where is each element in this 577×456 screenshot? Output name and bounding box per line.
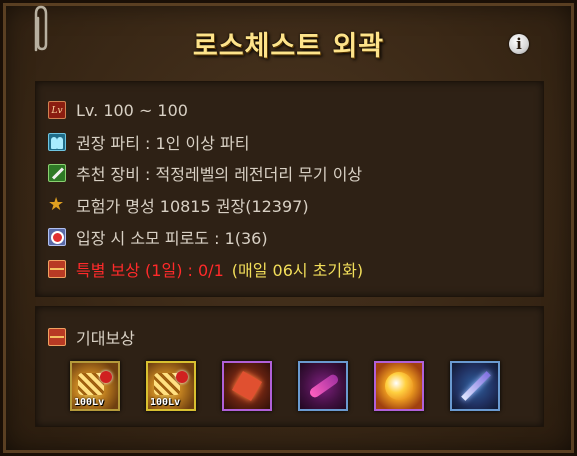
special-reward-row: 특별 보상 (1일) : 0/1 (매일 06시 초기화) <box>48 257 363 281</box>
equipment-icon <box>48 164 66 182</box>
adventurer-fame-text: 모험가 명성 10815 권장(12397) <box>76 197 309 216</box>
adventurer-fame-icon <box>48 194 66 215</box>
purple-shard-icon[interactable] <box>298 361 348 411</box>
item-level-tag: 100Lv <box>74 397 105 408</box>
level-row: Lv Lv. 100 ~ 100 <box>48 98 188 122</box>
dungeon-info-window: 로스체스트 외곽 i Lv Lv. 100 ~ 100 권장 파티 : 1인 이… <box>0 0 577 456</box>
info-icon[interactable]: i <box>509 34 529 54</box>
item-level-tag: 100Lv <box>150 397 181 408</box>
treasure-chest-icon <box>48 328 66 346</box>
level-range-text: Lv. 100 ~ 100 <box>76 100 188 120</box>
blue-crystal-shard-icon[interactable] <box>450 361 500 411</box>
fatigue-icon <box>48 228 66 246</box>
red-crystal-icon[interactable] <box>222 361 272 411</box>
expected-reward-label: 기대보상 <box>76 329 135 348</box>
expected-reward-header: 기대보상 <box>48 325 135 349</box>
fatigue-row: 입장 시 소모 피로도 : 1(36) <box>48 225 268 249</box>
reward-item-list: 100Lv 100Lv <box>70 361 526 411</box>
golden-orb-icon[interactable] <box>374 361 424 411</box>
recommended-party-text: 권장 파티 : 1인 이상 파티 <box>76 134 250 153</box>
fatigue-cost-text: 입장 시 소모 피로도 : 1(36) <box>76 229 268 248</box>
special-reward-reset-text: (매일 06시 초기화) <box>231 261 364 280</box>
party-row: 권장 파티 : 1인 이상 파티 <box>48 130 249 154</box>
level-icon: Lv <box>48 101 66 119</box>
equipment-row: 추천 장비 : 적정레벨의 레전더리 무기 이상 <box>48 161 362 185</box>
treasure-chest-icon <box>48 260 66 278</box>
fame-row: 모험가 명성 10815 권장(12397) <box>48 193 309 217</box>
party-icon <box>48 133 66 151</box>
gold-equipment-box-icon[interactable]: 100Lv <box>146 361 196 411</box>
dungeon-title: 로스체스트 외곽 <box>192 31 385 62</box>
special-reward-text: 특별 보상 (1일) : 0/1 <box>76 261 224 280</box>
recommended-equipment-text: 추천 장비 : 적정레벨의 레전더리 무기 이상 <box>76 165 363 184</box>
gold-equipment-box-icon[interactable]: 100Lv <box>70 361 120 411</box>
